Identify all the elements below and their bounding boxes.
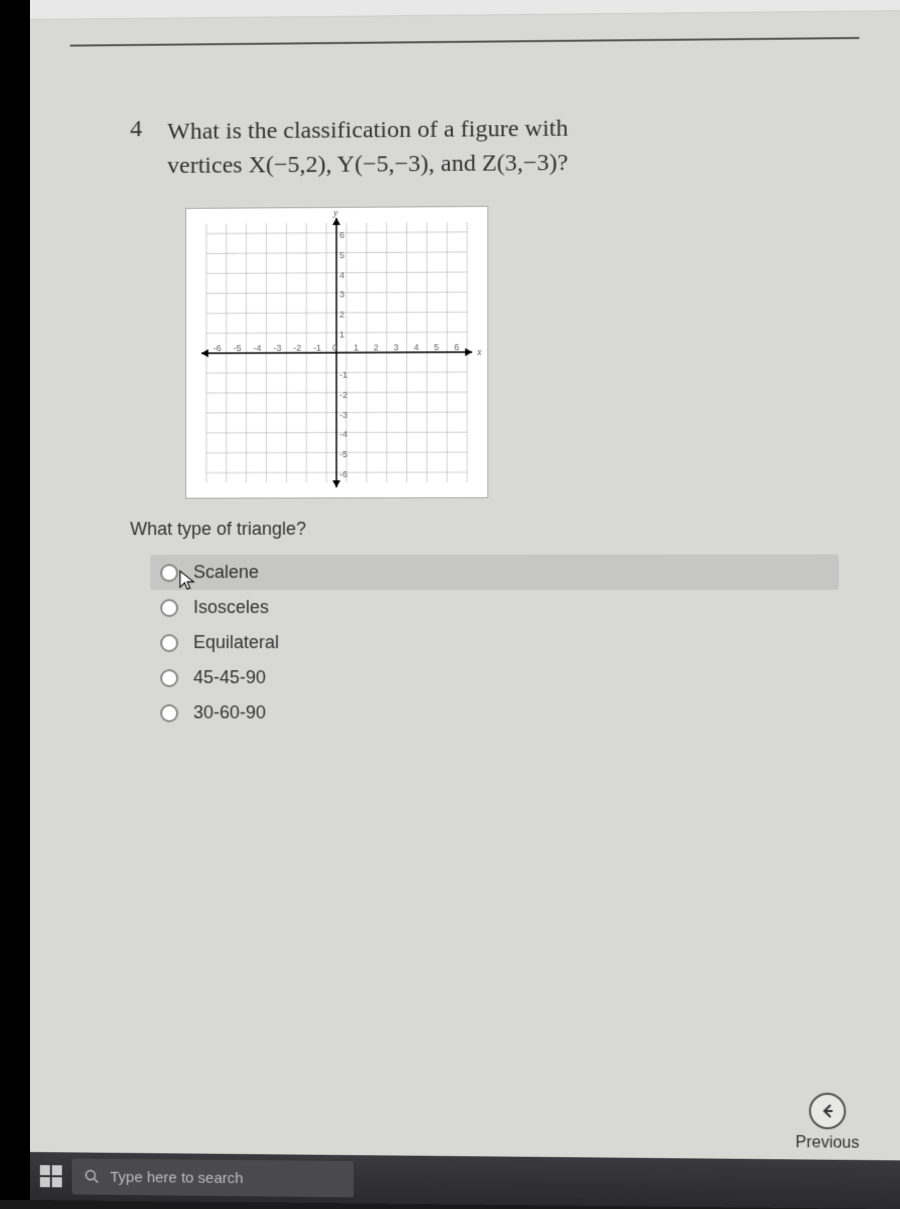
svg-text:-5: -5	[339, 450, 347, 460]
svg-text:6: 6	[454, 342, 459, 352]
radio-icon	[160, 669, 178, 687]
arrow-left-icon	[809, 1093, 846, 1130]
window-top-bar	[30, 0, 900, 20]
sub-question-text: What type of triangle?	[130, 518, 839, 540]
svg-text:-4: -4	[253, 343, 261, 353]
svg-text:x: x	[476, 347, 482, 358]
svg-text:0: 0	[332, 343, 337, 353]
options-list: Scalene Isosceles Equilateral 45-45-90 3…	[150, 555, 839, 732]
svg-text:3: 3	[394, 343, 399, 353]
windows-start-icon[interactable]	[40, 1165, 62, 1187]
screen: 4 What is the classification of a figure…	[30, 0, 900, 1209]
question-content: 4 What is the classification of a figure…	[30, 39, 900, 733]
svg-text:4: 4	[339, 270, 344, 280]
svg-text:-3: -3	[339, 410, 347, 420]
search-placeholder: Type here to search	[110, 1168, 243, 1186]
option-equilateral[interactable]: Equilateral	[150, 625, 839, 661]
option-label: Scalene	[193, 562, 258, 583]
option-label: Equilateral	[193, 632, 279, 653]
svg-text:-1: -1	[313, 343, 321, 353]
radio-icon	[160, 599, 178, 617]
svg-text:-1: -1	[339, 370, 347, 380]
option-45-45-90[interactable]: 45-45-90	[150, 660, 839, 696]
svg-text:-6: -6	[213, 343, 221, 353]
question-text: What is the classification of a figure w…	[167, 112, 568, 183]
radio-icon	[160, 634, 178, 652]
svg-text:6: 6	[339, 230, 344, 240]
taskbar: Type here to search	[30, 1152, 900, 1209]
taskbar-search[interactable]: Type here to search	[72, 1158, 354, 1197]
svg-text:5: 5	[434, 342, 439, 352]
svg-text:-6: -6	[339, 470, 347, 480]
option-30-60-90[interactable]: 30-60-90	[150, 695, 839, 732]
svg-text:2: 2	[374, 343, 379, 353]
nav-previous[interactable]: Previous	[795, 1092, 859, 1152]
coordinate-grid: -6 -5 -4 -3 -2 -1 0 1 2 3 4 5 6 6 5 4 3 2 1 -1 -2 -3 -…	[185, 206, 488, 499]
option-label: Isosceles	[193, 597, 269, 618]
option-scalene[interactable]: Scalene	[150, 555, 839, 591]
option-label: 30-60-90	[193, 702, 266, 723]
svg-text:y: y	[332, 208, 338, 219]
svg-text:-2: -2	[293, 343, 301, 353]
svg-text:4: 4	[414, 342, 419, 352]
radio-icon	[160, 564, 178, 582]
svg-text:2: 2	[339, 310, 344, 320]
search-icon	[84, 1169, 100, 1185]
svg-text:-2: -2	[339, 390, 347, 400]
nav-label: Previous	[795, 1134, 859, 1153]
svg-text:3: 3	[339, 290, 344, 300]
svg-text:1: 1	[354, 343, 359, 353]
svg-text:-5: -5	[233, 343, 241, 353]
question-number: 4	[130, 116, 142, 183]
svg-text:5: 5	[339, 250, 344, 260]
svg-text:-4: -4	[339, 430, 347, 440]
option-isosceles[interactable]: Isosceles	[150, 590, 839, 625]
svg-text:-3: -3	[273, 343, 281, 353]
svg-text:1: 1	[339, 330, 344, 340]
option-label: 45-45-90	[193, 667, 266, 688]
radio-icon	[160, 704, 178, 722]
